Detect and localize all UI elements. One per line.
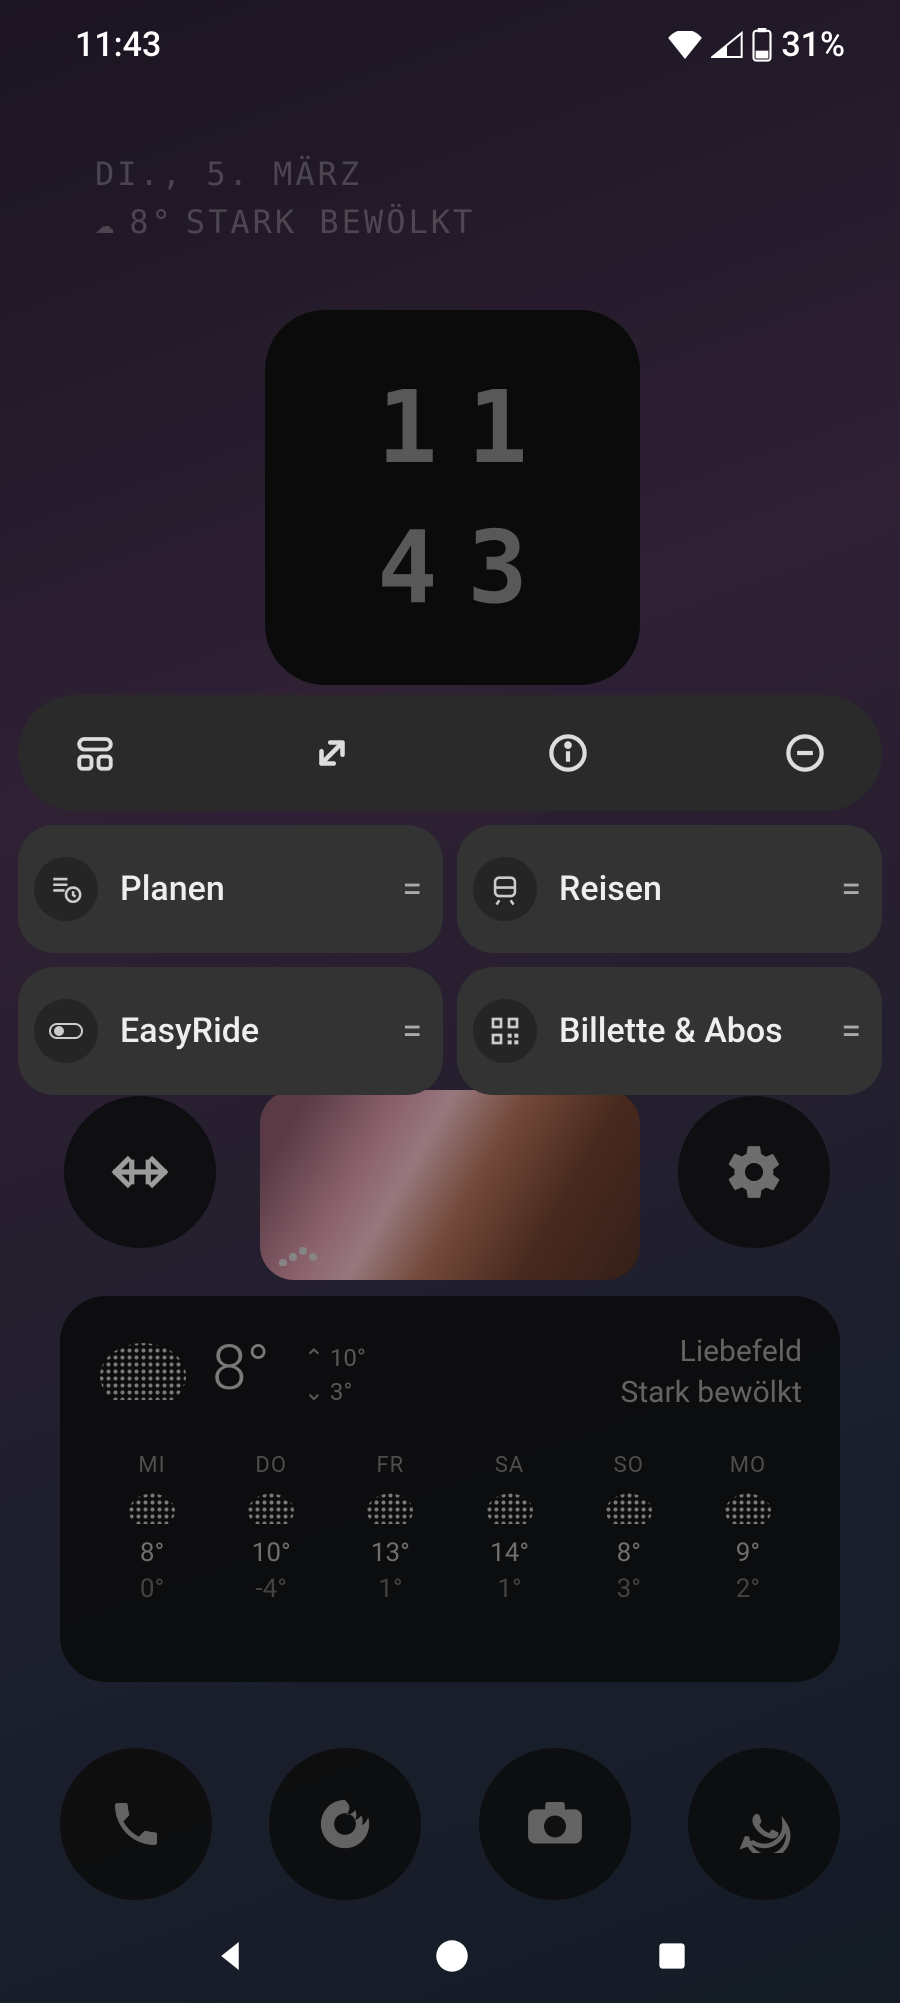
partly-cloudy-icon bbox=[247, 1492, 295, 1524]
back-button[interactable] bbox=[209, 1935, 251, 1977]
shortcut-reisen[interactable]: Reisen = bbox=[457, 825, 882, 953]
navigation-bar bbox=[0, 1908, 900, 2003]
battery-percent: 31% bbox=[781, 25, 845, 65]
phone-icon bbox=[108, 1796, 164, 1852]
location-name: Liebefeld bbox=[621, 1332, 802, 1373]
cloud-icon bbox=[366, 1492, 414, 1524]
toggle-icon bbox=[34, 999, 98, 1063]
gear-icon bbox=[723, 1141, 785, 1203]
wifi-icon bbox=[667, 31, 703, 59]
sbb-icon bbox=[109, 1151, 171, 1193]
rain-icon bbox=[724, 1492, 772, 1524]
current-temp: 8° bbox=[212, 1332, 270, 1405]
forecast-day: FR 13° 1° bbox=[340, 1453, 440, 1604]
media-widget[interactable] bbox=[260, 1090, 640, 1280]
cloud-icon bbox=[486, 1492, 534, 1524]
whatsapp-icon bbox=[735, 1795, 793, 1853]
header-date: DI., 5. MÄRZ bbox=[95, 150, 475, 198]
weather-forecast: MI 8° 0° DO 10° -4° FR 13° 1° SA 14° 1° … bbox=[98, 1453, 802, 1604]
shortcut-grid: Planen = Reisen = EasyRide = Billette & … bbox=[18, 825, 882, 1095]
widgets-button[interactable] bbox=[68, 726, 122, 780]
shortcut-billette[interactable]: Billette & Abos = bbox=[457, 967, 882, 1095]
clock-widget[interactable]: 11 43 bbox=[265, 310, 640, 685]
forecast-day: MI 8° 0° bbox=[102, 1453, 202, 1604]
timetable-icon bbox=[34, 857, 98, 921]
shortcut-easyride[interactable]: EasyRide = bbox=[18, 967, 443, 1095]
app-camera[interactable] bbox=[479, 1748, 631, 1900]
header-temp: 8° bbox=[129, 198, 174, 246]
weather-now: 8° ⌃ 10° ⌄ 3° bbox=[98, 1332, 366, 1413]
drag-handle-icon[interactable]: = bbox=[841, 1010, 858, 1052]
condition-text: Stark bewölkt bbox=[621, 1373, 802, 1414]
app-sbb[interactable] bbox=[64, 1096, 216, 1248]
weather-location: Liebefeld Stark bewölkt bbox=[621, 1332, 802, 1413]
drag-handle-icon[interactable]: = bbox=[402, 1010, 419, 1052]
qr-icon bbox=[473, 999, 537, 1063]
battery-icon bbox=[751, 28, 773, 62]
status-time: 11:43 bbox=[75, 25, 161, 65]
forecast-day: MO 9° 2° bbox=[698, 1453, 798, 1604]
low-temp: ⌄ 3° bbox=[304, 1376, 366, 1410]
signal-icon bbox=[711, 31, 743, 59]
remove-button[interactable] bbox=[778, 726, 832, 780]
shortcut-planen[interactable]: Planen = bbox=[18, 825, 443, 953]
forecast-day: SO 8° 3° bbox=[579, 1453, 679, 1604]
high-temp: ⌃ 10° bbox=[304, 1342, 366, 1376]
dock bbox=[60, 1748, 840, 1900]
widget-popover: Planen = Reisen = EasyRide = Billette & … bbox=[18, 695, 882, 1095]
app-settings[interactable] bbox=[678, 1096, 830, 1248]
drag-handle-icon[interactable]: = bbox=[841, 868, 858, 910]
shortcut-label: Reisen bbox=[559, 869, 819, 909]
info-button[interactable] bbox=[541, 726, 595, 780]
forecast-day: DO 10° -4° bbox=[221, 1453, 321, 1604]
app-phone[interactable] bbox=[60, 1748, 212, 1900]
forecast-day: SA 14° 1° bbox=[460, 1453, 560, 1604]
camera-icon bbox=[525, 1802, 585, 1846]
drag-handle-icon[interactable]: = bbox=[402, 868, 419, 910]
clock-minutes: 43 bbox=[347, 498, 557, 638]
train-icon bbox=[473, 857, 537, 921]
header-condition: STARK BEWÖLKT bbox=[186, 198, 475, 246]
rain-icon bbox=[605, 1492, 653, 1524]
shortcut-label: EasyRide bbox=[120, 1011, 380, 1051]
home-button[interactable] bbox=[431, 1935, 473, 1977]
cloud-icon bbox=[128, 1492, 176, 1524]
shortcut-label: Billette & Abos bbox=[559, 1011, 819, 1051]
firefox-icon bbox=[316, 1795, 374, 1853]
weather-widget[interactable]: 8° ⌃ 10° ⌄ 3° Liebefeld Stark bewölkt MI… bbox=[60, 1296, 840, 1682]
cloud-icon: ☁ bbox=[95, 198, 117, 246]
hi-lo: ⌃ 10° ⌄ 3° bbox=[304, 1342, 366, 1409]
resize-button[interactable] bbox=[305, 726, 359, 780]
status-bar: 11:43 31% bbox=[0, 0, 900, 90]
shortcut-label: Planen bbox=[120, 869, 380, 909]
recents-button[interactable] bbox=[653, 1937, 691, 1975]
status-right: 31% bbox=[667, 25, 845, 65]
popover-menu-bar bbox=[18, 695, 882, 811]
app-firefox[interactable] bbox=[269, 1748, 421, 1900]
app-whatsapp[interactable] bbox=[688, 1748, 840, 1900]
clock-hours: 11 bbox=[347, 358, 557, 498]
header-date-weather[interactable]: DI., 5. MÄRZ ☁ 8° STARK BEWÖLKT bbox=[95, 150, 475, 246]
cloud-icon bbox=[98, 1340, 188, 1400]
